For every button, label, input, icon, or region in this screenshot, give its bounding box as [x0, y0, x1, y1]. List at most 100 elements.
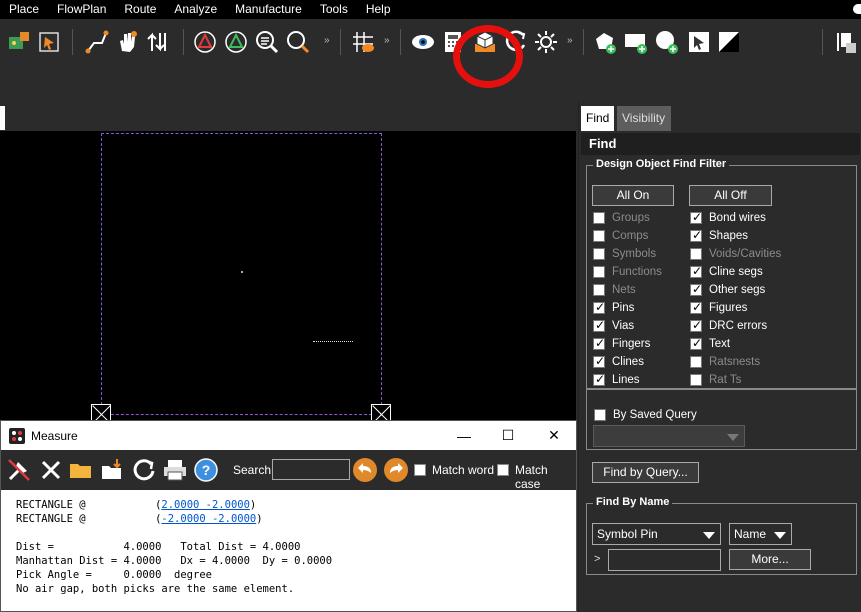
filter-checkbox[interactable]	[593, 336, 605, 350]
light-icon[interactable]	[533, 29, 559, 55]
filter-checkbox[interactable]	[593, 283, 605, 296]
filter-checkbox[interactable]	[593, 229, 605, 242]
calculator-icon[interactable]	[440, 29, 466, 55]
menu-flowplan[interactable]: FlowPlan	[48, 0, 115, 19]
filter-checkbox[interactable]	[593, 265, 605, 278]
pin-settings-icon[interactable]	[832, 29, 858, 55]
drc-green-icon[interactable]	[223, 29, 249, 55]
folder-save-icon[interactable]	[100, 457, 126, 483]
filter-item[interactable]: Nets	[593, 282, 636, 297]
filter-checkbox[interactable]	[690, 355, 702, 368]
filter-item[interactable]: Groups	[593, 210, 650, 225]
find-by-query-button[interactable]: Find by Query...	[592, 462, 699, 483]
rect-add-icon[interactable]	[623, 29, 649, 55]
more-button[interactable]: More...	[729, 549, 811, 570]
coordinate-link[interactable]: -2.0000 -2.0000	[161, 513, 256, 525]
search-next-icon[interactable]	[383, 457, 409, 483]
object-type-select[interactable]: Symbol Pin	[592, 523, 721, 545]
select-arrow-icon[interactable]	[686, 29, 712, 55]
filter-checkbox[interactable]	[593, 211, 605, 224]
tab-visibility[interactable]: Visibility	[617, 106, 671, 131]
print-icon[interactable]	[162, 457, 188, 483]
filter-checkbox[interactable]	[593, 300, 605, 314]
zoom-list-icon[interactable]	[254, 29, 280, 55]
filter-checkbox[interactable]	[593, 247, 605, 260]
route-icon[interactable]	[84, 29, 110, 55]
filter-checkbox[interactable]	[690, 210, 702, 224]
shape-add-icon[interactable]	[592, 29, 618, 55]
coordinate-link[interactable]: 2.0000 -2.0000	[161, 499, 250, 511]
measure-titlebar[interactable]: Measure — ☐ ✕	[1, 421, 576, 450]
eye-icon[interactable]	[410, 29, 436, 55]
menu-place[interactable]: Place	[0, 0, 48, 19]
name-input[interactable]	[608, 549, 721, 571]
match-case-checkbox[interactable]	[497, 464, 509, 476]
match-word-checkbox[interactable]	[414, 464, 426, 476]
select-chip-icon[interactable]	[36, 29, 62, 55]
name-mode-select[interactable]: Name	[729, 523, 792, 545]
filter-item[interactable]: Vias	[593, 318, 634, 333]
filter-item[interactable]: Voids/Cavities	[690, 246, 781, 261]
menu-route[interactable]: Route	[115, 0, 165, 19]
toolbar-overflow-icon[interactable]: »	[384, 35, 390, 46]
saved-query-option[interactable]: By Saved Query	[594, 407, 697, 422]
filter-checkbox[interactable]	[690, 318, 702, 332]
3d-box-icon[interactable]	[472, 29, 498, 55]
menu-analyze[interactable]: Analyze	[165, 0, 226, 19]
swap-icon[interactable]	[145, 29, 171, 55]
close-button[interactable]: ✕	[531, 421, 577, 450]
filter-checkbox[interactable]	[690, 264, 702, 278]
filter-item[interactable]: Lines	[593, 372, 640, 387]
zoom-icon[interactable]	[285, 29, 311, 55]
search-previous-icon[interactable]	[352, 457, 378, 483]
filter-item[interactable]: Cline segs	[690, 264, 763, 279]
pin-clear-icon[interactable]	[6, 457, 32, 483]
toolbar-overflow-icon[interactable]: »	[567, 35, 573, 46]
filter-checkbox[interactable]	[690, 336, 702, 350]
filter-item[interactable]: Pins	[593, 300, 634, 315]
filter-item[interactable]: Fingers	[593, 336, 650, 351]
all-off-button[interactable]: All Off	[689, 185, 772, 206]
filter-item[interactable]: Text	[690, 336, 730, 351]
component-chip-icon[interactable]	[6, 29, 32, 55]
all-on-button[interactable]: All On	[592, 185, 674, 206]
maximize-button[interactable]: ☐	[485, 421, 531, 450]
filter-checkbox[interactable]	[690, 373, 702, 386]
filter-checkbox[interactable]	[690, 300, 702, 314]
filter-item[interactable]: DRC errors	[690, 318, 767, 333]
filter-item[interactable]: Shapes	[690, 228, 748, 243]
filter-item[interactable]: Comps	[593, 228, 648, 243]
filter-checkbox[interactable]	[593, 318, 605, 332]
menu-tools[interactable]: Tools	[311, 0, 357, 19]
filter-item[interactable]: Other segs	[690, 282, 765, 297]
sync-icon[interactable]	[503, 29, 529, 55]
filter-item[interactable]: Ratsnests	[690, 354, 760, 369]
filter-item[interactable]: Rat Ts	[690, 372, 741, 387]
filter-item[interactable]: Clines	[593, 354, 644, 369]
filter-checkbox[interactable]	[593, 372, 605, 386]
filter-item[interactable]: Figures	[690, 300, 747, 315]
filter-item[interactable]: Symbols	[593, 246, 656, 261]
filter-checkbox[interactable]	[593, 354, 605, 368]
filter-item[interactable]: Bond wires	[690, 210, 766, 225]
folder-open-icon[interactable]	[68, 457, 94, 483]
tab-find[interactable]: Find	[581, 106, 614, 131]
filter-checkbox[interactable]	[690, 228, 702, 242]
drc-red-icon[interactable]	[192, 29, 218, 55]
design-canvas[interactable]	[0, 131, 576, 420]
contrast-icon[interactable]	[716, 29, 742, 55]
menu-help[interactable]: Help	[357, 0, 400, 19]
search-input[interactable]	[272, 459, 350, 480]
circle-add-icon[interactable]	[654, 29, 680, 55]
grid-eye-icon[interactable]	[350, 29, 376, 55]
filter-checkbox[interactable]	[690, 282, 702, 296]
menu-manufacture[interactable]: Manufacture	[226, 0, 311, 19]
help-icon[interactable]: ?	[193, 457, 219, 483]
refresh-icon[interactable]	[131, 457, 157, 483]
close-x-icon[interactable]	[38, 457, 64, 483]
canvas-tab[interactable]	[0, 106, 5, 130]
filter-checkbox[interactable]	[690, 247, 702, 260]
toolbar-overflow-icon[interactable]: »	[324, 35, 330, 46]
minimize-button[interactable]: —	[441, 421, 487, 450]
hand-move-icon[interactable]	[114, 29, 140, 55]
